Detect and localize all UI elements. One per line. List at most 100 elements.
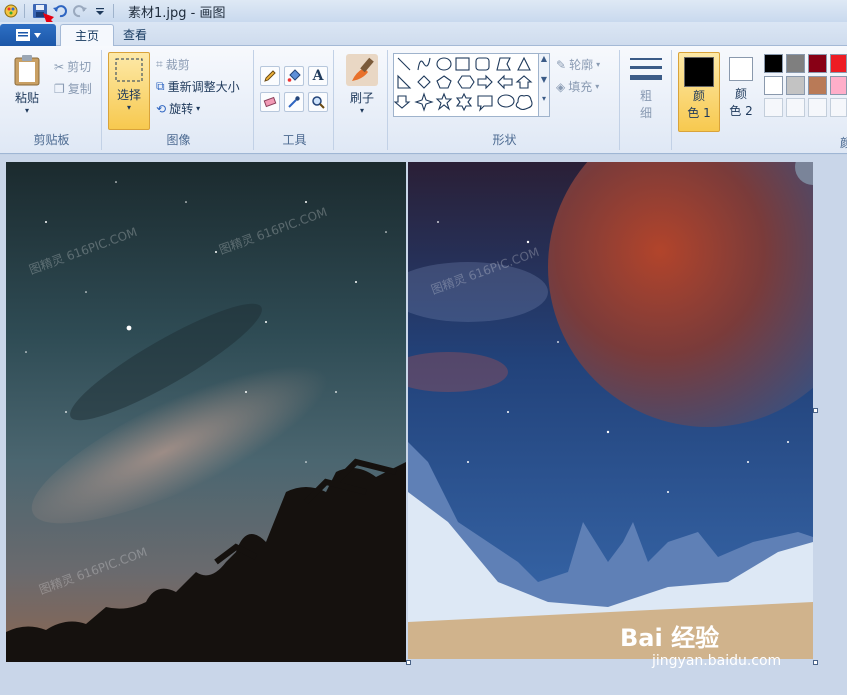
size-label-2: 细 [639, 106, 652, 120]
color2-swatch [729, 57, 753, 81]
shapes-gallery[interactable] [393, 53, 539, 117]
resize-handle-right[interactable] [813, 408, 818, 413]
size-group: 粗 细 [622, 50, 672, 150]
palette-swatch[interactable] [808, 54, 827, 73]
copy-button[interactable]: ❐ 复制 [54, 80, 92, 97]
palette-swatch[interactable] [786, 54, 805, 73]
fill-button[interactable]: ◈ 填充 ▾ [556, 78, 599, 95]
crop-label: 裁剪 [165, 58, 190, 72]
selection-icon [115, 58, 143, 82]
palette-swatch[interactable] [764, 54, 783, 73]
brushes-label: 刷子 [349, 91, 374, 105]
select-label: 选择 [116, 88, 141, 102]
palette-swatch-empty[interactable] [808, 98, 827, 117]
scroll-up-icon[interactable]: ▲ [539, 54, 549, 63]
resize-icon: ⧉ [156, 79, 165, 93]
cut-button[interactable]: ✂ 剪切 [54, 58, 91, 75]
outline-label: 轮廓 [569, 58, 594, 72]
colors-group-label: 颜 [840, 136, 847, 150]
eraser-icon[interactable] [260, 92, 280, 112]
palette-swatch[interactable] [764, 76, 783, 95]
ribbon: 粘贴 ▾ ✂ 剪切 ❐ 复制 剪贴板 选择 ▾ ⌗ 裁剪 ⧉ 重新调整大小 ⟲ … [0, 46, 847, 154]
color2-button[interactable]: 颜 色 2 [722, 52, 760, 132]
copy-icon: ❐ [54, 81, 65, 96]
outline-brush-icon: ✎ [556, 57, 567, 72]
tools-group-label: 工具 [282, 133, 307, 147]
outline-button[interactable]: ✎ 轮廓 ▾ [556, 56, 600, 73]
application-menu-button[interactable] [0, 24, 56, 46]
resize-label: 重新调整大小 [167, 80, 240, 94]
clipboard-group: 粘贴 ▾ ✂ 剪切 ❐ 复制 剪贴板 [2, 50, 102, 150]
palette-swatch[interactable] [830, 54, 847, 73]
cut-label: 剪切 [67, 60, 92, 74]
fill-bucket-icon[interactable] [284, 66, 304, 86]
rotate-icon: ⟲ [156, 101, 167, 116]
size-label-1: 粗 [639, 89, 652, 103]
brushes-button[interactable]: 刷子 ▾ [342, 54, 382, 115]
clipboard-icon [14, 55, 40, 86]
color2-label-b: 色 2 [729, 104, 753, 118]
chevron-down-icon: ▾ [24, 106, 29, 115]
chevron-down-icon: ▾ [595, 82, 600, 91]
color1-label-a: 颜 [692, 89, 705, 103]
rotate-label: 旋转 [169, 102, 194, 116]
color1-button[interactable]: 颜 色 1 [678, 52, 720, 132]
menu-icon [15, 29, 30, 41]
size-button[interactable]: 粗 细 [628, 56, 664, 121]
tab-view[interactable]: 查看 [109, 24, 161, 47]
customize-quick-access-icon[interactable] [91, 2, 109, 20]
chevron-down-icon: ▾ [359, 106, 364, 115]
quick-access-divider [24, 4, 25, 18]
fill-label: 填充 [568, 80, 593, 94]
baidu-jingyan-logo: Bai 经验 [620, 624, 720, 652]
baidu-jingyan-url: jingyan.baidu.com [652, 653, 782, 669]
resize-button[interactable]: ⧉ 重新调整大小 [156, 78, 240, 95]
scroll-down-icon[interactable]: ▼ [539, 75, 549, 84]
palette-swatch-empty[interactable] [786, 98, 805, 117]
night-sky-image: 图精灵 616PIC.COM 图精灵 616PIC.COM 图精灵 616PIC… [6, 162, 406, 662]
color1-label-b: 色 1 [687, 106, 711, 120]
text-tool-icon[interactable]: A [308, 66, 328, 86]
palette-swatch[interactable] [830, 76, 847, 95]
magnifier-icon[interactable] [308, 92, 328, 112]
crop-icon: ⌗ [156, 57, 163, 71]
paint-app-icon[interactable] [2, 2, 20, 20]
image-group-label: 图像 [166, 133, 191, 147]
brush-icon [346, 54, 378, 86]
paste-label: 粘贴 [14, 91, 39, 105]
crop-button[interactable]: ⌗ 裁剪 [156, 56, 190, 73]
planet-image: 图精灵 616PIC.COM [408, 162, 813, 659]
fill-bucket-icon: ◈ [556, 79, 566, 94]
shapes-gallery-icons [393, 56, 533, 112]
brushes-group: 刷子 ▾ [336, 50, 388, 150]
palette-swatch[interactable] [786, 76, 805, 95]
color1-swatch [684, 57, 714, 87]
window-title: 素材1.jpg - 画图 [128, 5, 226, 21]
paste-button[interactable]: 粘贴 ▾ [8, 54, 46, 115]
scissors-icon: ✂ [54, 59, 65, 74]
palette-swatch-empty[interactable] [830, 98, 847, 117]
rotate-button[interactable]: ⟲ 旋转 ▾ [156, 100, 200, 117]
palette-swatch-empty[interactable] [764, 98, 783, 117]
shapes-scroll[interactable]: ▲ ▼ ▾ [538, 53, 550, 117]
resize-handle-bottom-left[interactable] [406, 660, 411, 665]
select-button[interactable]: 选择 ▾ [108, 52, 150, 130]
copy-label: 复制 [67, 82, 92, 96]
palette-swatch[interactable] [808, 76, 827, 95]
color2-label-a: 颜 [734, 87, 747, 101]
chevron-down-icon [33, 32, 41, 38]
chevron-down-icon: ▾ [596, 60, 601, 69]
title-bar: 素材1.jpg - 画图 [0, 0, 847, 22]
tab-home[interactable]: 主页 [60, 24, 115, 47]
ribbon-tab-row: 主页 查看 [0, 22, 847, 47]
clipboard-group-label: 剪贴板 [33, 133, 70, 147]
title-divider [113, 4, 114, 18]
gallery-expand-icon[interactable]: ▾ [539, 94, 549, 103]
canvas-area[interactable]: 图精灵 616PIC.COM 图精灵 616PIC.COM 图精灵 616PIC… [0, 155, 847, 695]
pencil-icon[interactable] [260, 66, 280, 86]
resize-handle-bottom-right[interactable] [813, 660, 818, 665]
chevron-down-icon: ▾ [196, 104, 201, 113]
color-picker-icon[interactable] [284, 92, 304, 112]
image-group: 选择 ▾ ⌗ 裁剪 ⧉ 重新调整大小 ⟲ 旋转 ▾ 图像 [104, 50, 254, 150]
line-width-icon [630, 58, 662, 80]
